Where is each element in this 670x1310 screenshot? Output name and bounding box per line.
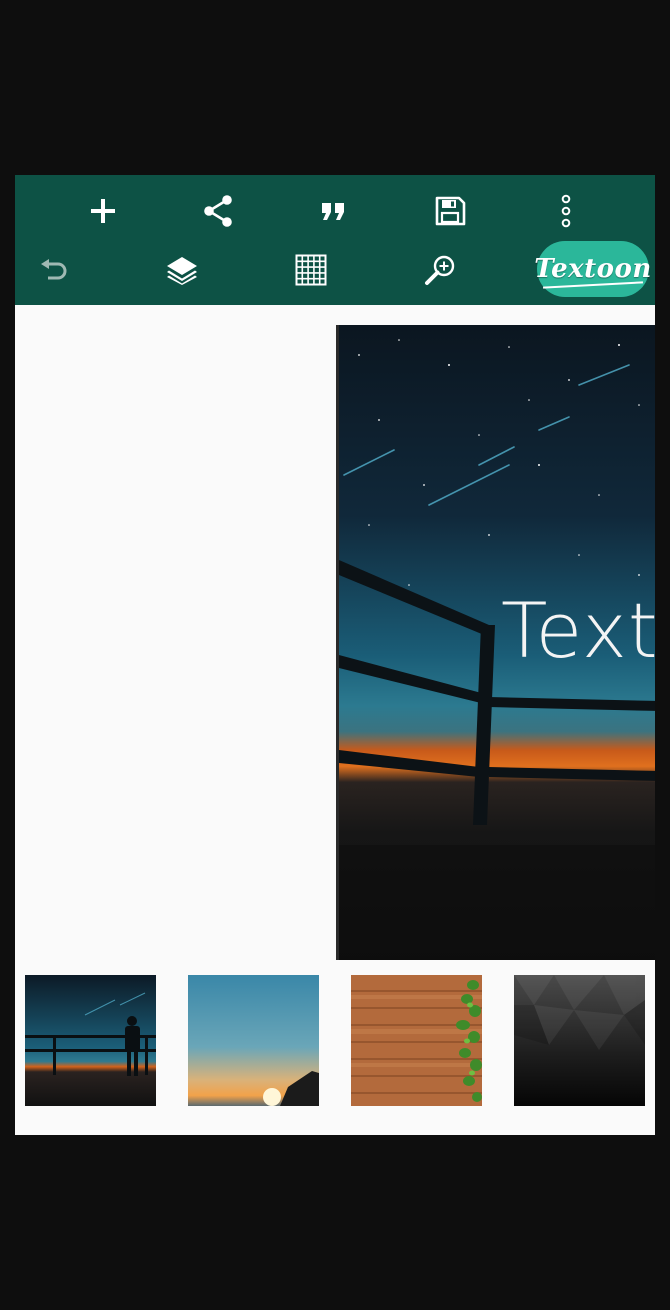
save-icon <box>435 196 466 226</box>
undo-icon <box>41 259 67 280</box>
undo-button[interactable] <box>29 247 77 295</box>
zoom-in-button[interactable] <box>416 246 464 294</box>
zoom-in-icon <box>425 255 455 285</box>
add-icon <box>91 199 115 223</box>
quote-button[interactable] <box>310 187 358 235</box>
grid-button[interactable] <box>287 246 335 294</box>
add-button[interactable] <box>79 187 127 235</box>
more-options-button[interactable] <box>542 187 590 235</box>
quote-icon <box>322 203 344 220</box>
editor-canvas[interactable]: Text <box>336 325 655 960</box>
layers-button[interactable] <box>158 246 206 294</box>
background-picker <box>15 975 655 1106</box>
wood-planks-ivy-image <box>351 975 482 1106</box>
share-icon <box>204 195 232 227</box>
more-vert-icon <box>561 194 571 228</box>
grid-icon <box>295 254 327 286</box>
background-thumb-sunset-sea[interactable] <box>188 975 319 1106</box>
toolbar: Textoon <box>15 175 655 305</box>
textoon-logo-button[interactable]: Textoon <box>534 241 652 297</box>
brand-label: Textoon <box>534 254 652 284</box>
sunset-sea-image <box>188 975 319 1106</box>
night-sky-balcony-image <box>25 975 156 1106</box>
canvas-text-layer[interactable]: Text <box>501 593 655 669</box>
background-thumb-wood-ivy[interactable] <box>351 975 482 1106</box>
background-thumb-dark-geometric[interactable] <box>514 975 645 1106</box>
save-button[interactable] <box>426 187 474 235</box>
layers-icon <box>167 257 197 285</box>
share-button[interactable] <box>194 187 242 235</box>
background-thumb-night-sky[interactable] <box>25 975 156 1106</box>
dark-geometric-image <box>514 975 645 1106</box>
app-window: Textoon Text <box>15 175 655 1135</box>
